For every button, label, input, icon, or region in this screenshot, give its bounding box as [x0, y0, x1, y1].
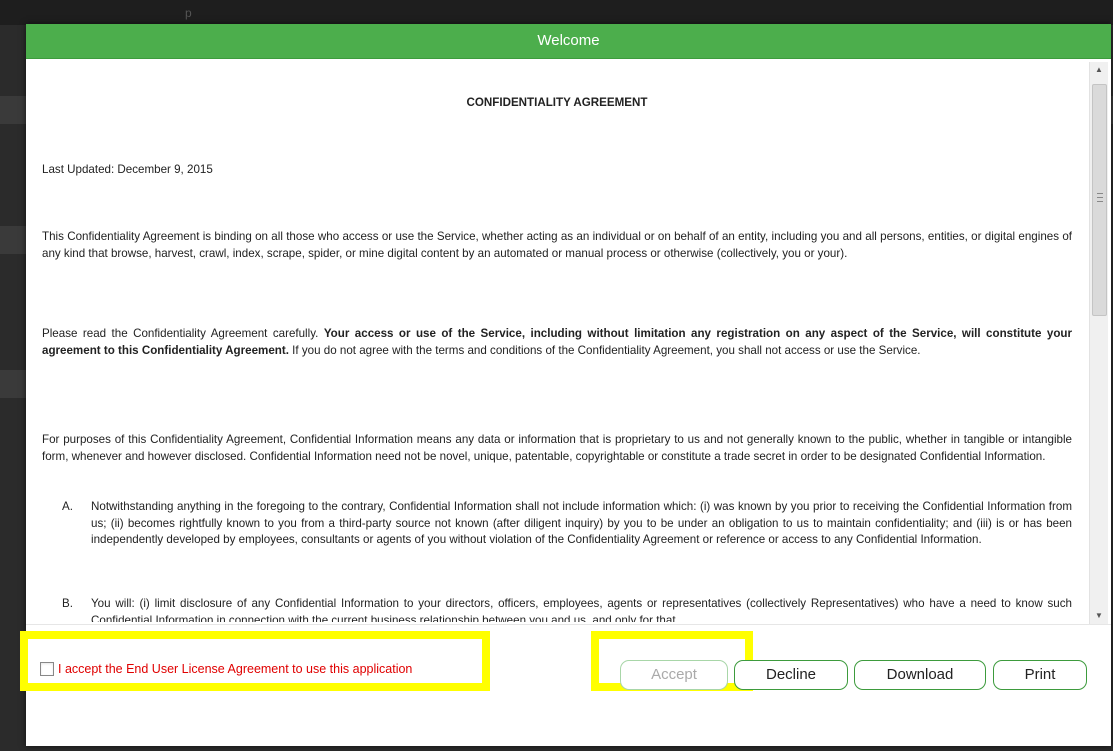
scrollbar-thumb[interactable] [1092, 84, 1107, 316]
para2-rest: If you do not agree with the terms and c… [288, 343, 921, 357]
vertical-scrollbar[interactable]: ▲ ▼ [1089, 62, 1108, 624]
background-topbar: p [0, 0, 1113, 25]
print-button[interactable]: Print [993, 660, 1087, 690]
scroll-down-arrow-icon[interactable]: ▼ [1090, 608, 1108, 624]
list-item-text: You will: (i) limit disclosure of any Co… [91, 597, 1072, 622]
paragraph-binding: This Confidentiality Agreement is bindin… [42, 230, 1072, 260]
last-updated: Last Updated: December 9, 2015 [42, 163, 213, 176]
agreement-content[interactable]: CONFIDENTIALITY AGREEMENT Last Updated: … [26, 62, 1086, 622]
document-title: CONFIDENTIALITY AGREEMENT [466, 96, 648, 109]
accept-button[interactable]: Accept [620, 660, 728, 690]
eula-accept-row[interactable]: I accept the End User License Agreement … [40, 662, 412, 676]
checkbox-highlight-box [20, 631, 490, 691]
decline-button[interactable]: Decline [734, 660, 848, 690]
scroll-up-arrow-icon[interactable]: ▲ [1090, 62, 1108, 78]
eula-checkbox-label[interactable]: I accept the End User License Agreement … [58, 662, 412, 676]
list-item-letter: A. [62, 500, 73, 513]
paragraph-read-carefully: Please read the Confidentiality Agreemen… [42, 326, 1072, 359]
background-text: p [185, 6, 192, 20]
eula-checkbox[interactable] [40, 662, 54, 676]
footer-divider [26, 624, 1111, 625]
paragraph-definition: For purposes of this Confidentiality Agr… [42, 433, 1072, 463]
dialog-title: Welcome [26, 24, 1111, 59]
list-item-text: Notwithstanding anything in the foregoin… [91, 500, 1072, 546]
grip-icon [1097, 193, 1103, 202]
list-item-letter: B. [62, 597, 73, 610]
download-button[interactable]: Download [854, 660, 986, 690]
para2-plain: Please read the Confidentiality Agreemen… [42, 327, 324, 340]
